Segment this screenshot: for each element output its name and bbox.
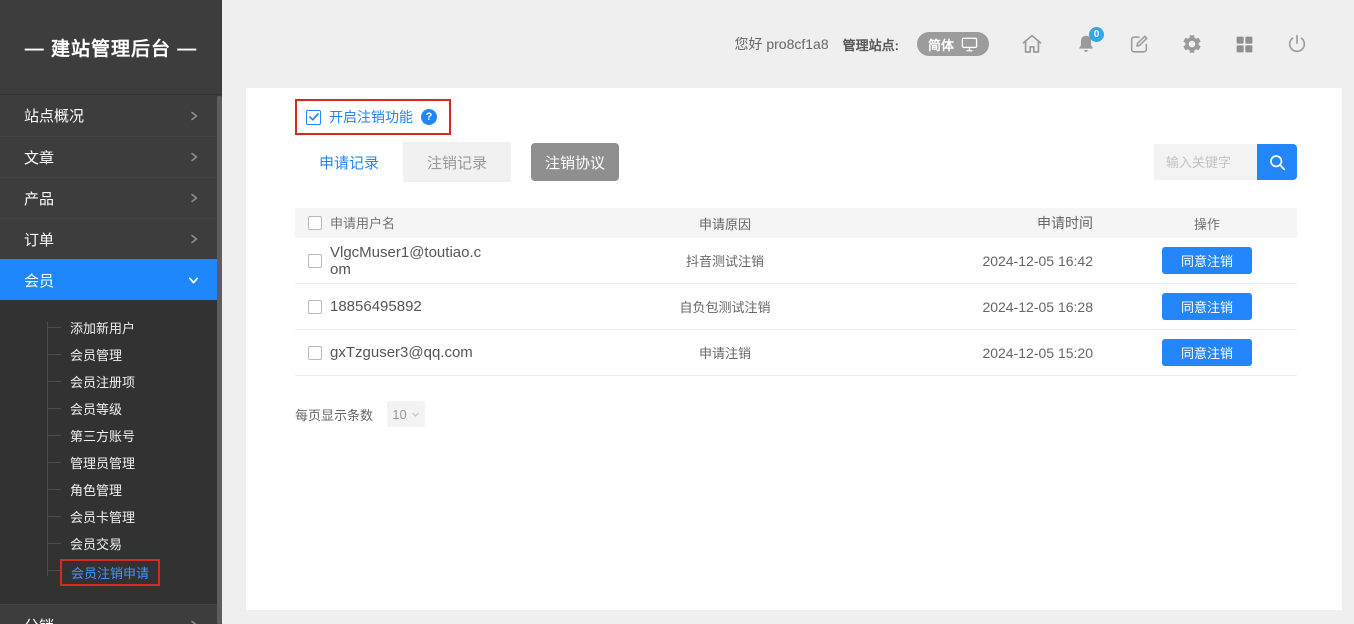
chevron-right-icon — [188, 619, 200, 624]
chevron-right-icon — [188, 151, 200, 163]
enable-deregistration-label[interactable]: 开启注销功能 — [329, 107, 413, 127]
pagination-row: 每页显示条数 10 — [295, 401, 1297, 427]
submenu-item-member-management[interactable]: 会员管理 — [0, 341, 222, 368]
submenu-item-role-management[interactable]: 角色管理 — [0, 476, 222, 503]
deregistration-requests-table: 申请用户名 申请原因 申请时间 操作 VlgcMuser1@toutiao.co… — [295, 208, 1297, 376]
sidebar-item-label: 文章 — [24, 147, 54, 168]
sidebar-item-members[interactable]: 会员 — [0, 259, 222, 300]
app-title: — 建站管理后台 — — [0, 0, 222, 95]
deregistration-agreement-button[interactable]: 注销协议 — [531, 143, 619, 181]
table-row: gxTzguser3@qq.com 申请注销 2024-12-05 15:20 … — [295, 330, 1297, 376]
chevron-right-icon — [188, 233, 200, 245]
table-header-row: 申请用户名 申请原因 申请时间 操作 — [295, 208, 1297, 238]
chevron-down-icon — [411, 410, 420, 419]
column-header-username: 申请用户名 — [330, 215, 560, 232]
user-greeting: 您好 pro8cf1a8 — [734, 34, 828, 54]
sidebar-scrollbar[interactable] — [217, 96, 222, 624]
page-size-label: 每页显示条数 — [295, 405, 373, 424]
page-size-select[interactable]: 10 — [387, 401, 425, 427]
submenu-item-registration-fields[interactable]: 会员注册项 — [0, 368, 222, 395]
highlight-box: 开启注销功能 ? — [295, 99, 451, 135]
sidebar-item-label: 站点概况 — [24, 105, 84, 126]
sidebar-item-label: 会员 — [24, 270, 54, 291]
managed-site-label: 管理站点: — [843, 35, 899, 54]
submenu-item-add-user[interactable]: 添加新用户 — [0, 314, 222, 341]
submenu-item-member-deregistration[interactable]: 会员注销申请 — [0, 557, 222, 588]
column-header-time: 申请时间 — [890, 213, 1117, 233]
sidebar-item-site-overview[interactable]: 站点概况 — [0, 95, 222, 136]
tab-application-records[interactable]: 申请记录 — [295, 142, 403, 182]
cell-username: gxTzguser3@qq.com — [330, 344, 473, 361]
language-site-toggle[interactable]: 简体 — [917, 32, 989, 56]
column-header-reason: 申请原因 — [560, 214, 890, 233]
apps-grid-icon[interactable] — [1234, 34, 1255, 55]
sidebar: — 建站管理后台 — 站点概况 文章 产品 订单 — [0, 0, 222, 624]
monitor-icon — [961, 37, 978, 52]
sidebar-item-articles[interactable]: 文章 — [0, 136, 222, 177]
cell-reason: 抖音测试注销 — [560, 251, 890, 270]
submenu-item-member-levels[interactable]: 会员等级 — [0, 395, 222, 422]
topbar: 您好 pro8cf1a8 管理站点: 简体 0 — [222, 0, 1354, 88]
chevron-right-icon — [188, 192, 200, 204]
agree-deregistration-button[interactable]: 同意注销 — [1162, 339, 1252, 366]
search-input[interactable] — [1154, 144, 1257, 180]
cell-time: 2024-12-05 16:28 — [890, 299, 1117, 315]
sidebar-item-products[interactable]: 产品 — [0, 177, 222, 218]
submenu-item-admin-management[interactable]: 管理员管理 — [0, 449, 222, 476]
column-header-action: 操作 — [1117, 214, 1297, 233]
highlight-box: 会员注销申请 — [60, 559, 160, 586]
language-label: 简体 — [928, 35, 954, 54]
cell-reason: 申请注销 — [560, 343, 890, 362]
main-panel: 开启注销功能 ? 申请记录 注销记录 注销协议 申请用户名 申请原因 申请时间 … — [246, 88, 1342, 610]
cell-time: 2024-12-05 15:20 — [890, 345, 1117, 361]
submenu-item-third-party-accounts[interactable]: 第三方账号 — [0, 422, 222, 449]
sidebar-item-orders[interactable]: 订单 — [0, 218, 222, 259]
row-checkbox[interactable] — [308, 346, 322, 360]
search-button[interactable] — [1257, 144, 1297, 180]
cell-username: 18856495892 — [330, 298, 422, 315]
submenu-item-member-cards[interactable]: 会员卡管理 — [0, 503, 222, 530]
edit-icon[interactable] — [1128, 33, 1150, 55]
help-question-icon[interactable]: ? — [421, 109, 437, 125]
cell-reason: 自负包测试注销 — [560, 297, 890, 316]
select-all-checkbox[interactable] — [308, 216, 322, 230]
search-icon — [1267, 152, 1288, 173]
sidebar-item-label: 订单 — [24, 229, 54, 250]
row-checkbox[interactable] — [308, 300, 322, 314]
power-logout-icon[interactable] — [1286, 33, 1308, 55]
table-row: VlgcMuser1@toutiao.com 抖音测试注销 2024-12-05… — [295, 238, 1297, 284]
deregistration-toggle-row: 开启注销功能 ? — [295, 99, 1297, 135]
sidebar-item-label: 分销 — [24, 615, 54, 624]
submenu-item-member-transactions[interactable]: 会员交易 — [0, 530, 222, 557]
agree-deregistration-button[interactable]: 同意注销 — [1162, 293, 1252, 320]
topbar-icon-group: 0 — [1020, 32, 1308, 56]
table-row: 18856495892 自负包测试注销 2024-12-05 16:28 同意注… — [295, 284, 1297, 330]
chevron-right-icon — [188, 110, 200, 122]
tabs-row: 申请记录 注销记录 注销协议 — [295, 142, 1297, 182]
chevron-down-icon — [187, 274, 200, 287]
notifications-bell-icon[interactable]: 0 — [1075, 33, 1097, 55]
home-icon[interactable] — [1020, 32, 1044, 56]
settings-gear-icon[interactable] — [1181, 33, 1203, 55]
enable-deregistration-checkbox[interactable] — [306, 110, 321, 125]
sidebar-item-label: 产品 — [24, 188, 54, 209]
notification-badge: 0 — [1089, 27, 1104, 42]
cell-username: VlgcMuser1@toutiao.com — [330, 244, 488, 278]
row-checkbox[interactable] — [308, 254, 322, 268]
sidebar-menu: 站点概况 文章 产品 订单 会员 — [0, 95, 222, 300]
sidebar-submenu-members: 添加新用户 会员管理 会员注册项 会员等级 第三方账号 管理员管理 角色管理 会… — [0, 300, 222, 604]
cell-time: 2024-12-05 16:42 — [890, 253, 1117, 269]
sidebar-item-distribution[interactable]: 分销 — [0, 604, 222, 624]
search-group — [1154, 144, 1297, 180]
tab-deregistration-records[interactable]: 注销记录 — [403, 142, 511, 182]
agree-deregistration-button[interactable]: 同意注销 — [1162, 247, 1252, 274]
